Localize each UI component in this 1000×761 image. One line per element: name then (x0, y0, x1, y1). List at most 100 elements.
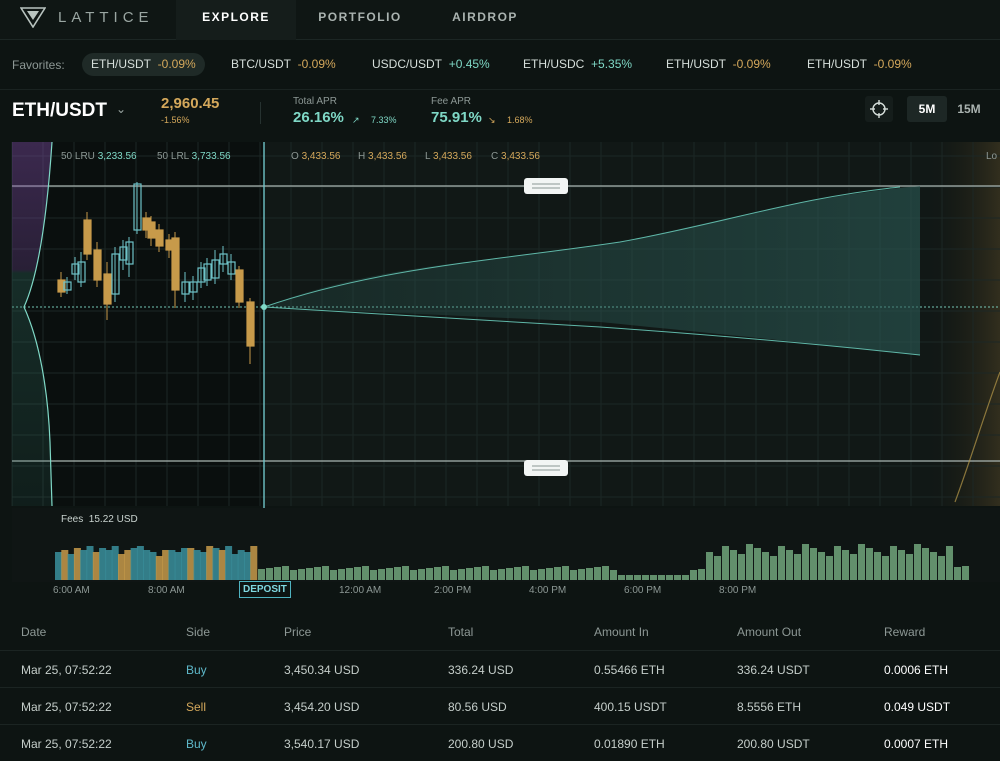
fee-bar (130, 548, 138, 580)
price-change: -1.56% (161, 115, 190, 125)
favorite-item[interactable]: BTC/USDT -0.09% (231, 53, 336, 76)
timeframe-15m[interactable]: 15M (950, 96, 988, 122)
favorite-item[interactable]: ETH/USDT -0.09% (807, 53, 912, 76)
total-apr-change: 7.33% (371, 115, 397, 125)
fee-bar (954, 567, 961, 580)
price-chart[interactable]: 50 LRU 3,233.56 50 LRL 3,733.56 O 3,433.… (0, 142, 1000, 602)
favorite-pair: ETH/USDT (666, 57, 726, 71)
fee-bar (67, 554, 75, 580)
fee-bar (274, 567, 281, 580)
favorite-item[interactable]: USDC/USDT +0.45% (372, 53, 490, 76)
timeframe-5m[interactable]: 5M (907, 96, 947, 122)
indicator-lru: 50 LRU 3,233.56 (61, 151, 137, 162)
fee-bar (314, 567, 321, 580)
fee-bar (482, 566, 489, 580)
favorite-change: -0.09% (157, 57, 196, 71)
fee-bar (143, 550, 151, 580)
fee-bar (474, 567, 481, 580)
fee-bar (244, 552, 251, 580)
crosshair-icon (870, 100, 888, 118)
fee-bar (586, 568, 593, 580)
fee-bar (578, 569, 585, 580)
column-amount-out[interactable]: Amount Out (737, 625, 801, 639)
tab-explore[interactable]: EXPLORE (176, 0, 296, 40)
column-date[interactable]: Date (21, 625, 46, 639)
fee-bar (506, 568, 513, 580)
fee-bar (698, 569, 705, 580)
fee-bar (322, 566, 329, 580)
fee-bar (594, 567, 601, 580)
fee-bar (530, 570, 537, 580)
pair-header: ETH/USDT ⌄ 2,960.45 -1.56% Total APR 26.… (0, 90, 1000, 142)
fee-bar (434, 567, 441, 580)
cell-price: 3,450.34 USD (284, 663, 360, 677)
fee-bar (155, 556, 163, 580)
pair-selector[interactable]: ETH/USDT (12, 100, 107, 122)
fee-bar (674, 575, 681, 580)
fee-bar (546, 568, 553, 580)
tab-portfolio[interactable]: PORTFOLIO (300, 0, 420, 40)
fee-bar (554, 567, 561, 580)
brand-logo[interactable]: LATTICE (20, 6, 154, 28)
fee-bar (874, 552, 881, 580)
column-amount-in[interactable]: Amount In (594, 625, 649, 639)
favorite-item[interactable]: ETH/USDT -0.09% (82, 53, 205, 76)
favorites-bar: Favorites: ETH/USDT -0.09% BTC/USDT -0.0… (0, 40, 1000, 90)
fee-bar (850, 554, 857, 580)
chevron-down-icon[interactable]: ⌄ (116, 102, 126, 116)
indicator-lrl: 50 LRL 3,733.56 (157, 151, 231, 162)
fee-bar (738, 554, 745, 580)
candle-body (155, 229, 164, 247)
favorite-change: -0.09% (732, 57, 771, 71)
table-row[interactable]: Mar 25, 07:52:22 Sell 3,454.20 USD 80.56… (0, 687, 1000, 724)
fee-bar (890, 546, 897, 580)
fee-bar (118, 554, 125, 580)
favorite-pair: BTC/USDT (231, 57, 291, 71)
column-price[interactable]: Price (284, 625, 311, 639)
cell-amount-out: 8.5556 ETH (737, 700, 802, 714)
cell-reward: 0.0007 ETH (884, 737, 949, 751)
cell-amount-out: 200.80 USDT (737, 737, 810, 751)
candle-body (171, 237, 180, 291)
favorite-change: -0.09% (297, 57, 336, 71)
brand-name: LATTICE (58, 8, 154, 26)
fee-apr-change: 1.68% (507, 115, 533, 125)
ohlc-close: C 3,433.56 (491, 151, 540, 162)
trend-up-icon: ↗ (352, 115, 360, 125)
deposit-marker[interactable]: DEPOSIT (239, 581, 291, 598)
chart-canvas[interactable] (0, 142, 1000, 602)
cell-amount-in: 0.55466 ETH (594, 663, 665, 677)
fee-bar (914, 544, 921, 580)
fee-bar (938, 556, 945, 580)
cell-reward: 0.0006 ETH (884, 663, 949, 677)
favorites-label: Favorites: (12, 58, 65, 72)
fee-bar (306, 568, 313, 580)
fee-bar (658, 575, 665, 580)
fee-bar (80, 550, 88, 580)
total-apr-value: 26.16% (293, 109, 344, 126)
fee-bar (266, 568, 273, 580)
fee-bar (124, 550, 132, 580)
upper-range-handle[interactable] (524, 178, 568, 194)
table-row[interactable]: Mar 25, 07:52:22 Buy 3,450.34 USD 336.24… (0, 650, 1000, 687)
recenter-button[interactable] (865, 96, 893, 122)
entry-marker (261, 304, 267, 310)
divider (260, 102, 261, 124)
tab-airdrop[interactable]: AIRDROP (426, 0, 544, 40)
fee-bar (498, 569, 505, 580)
fee-bar (105, 550, 113, 580)
column-reward[interactable]: Reward (884, 625, 925, 639)
favorite-item[interactable]: ETH/USDT -0.09% (666, 53, 771, 76)
favorite-item[interactable]: ETH/USDC +5.35% (523, 53, 632, 76)
fee-bar (231, 554, 239, 580)
fee-bar (298, 569, 305, 580)
fee-bar (882, 556, 889, 580)
lower-range-handle[interactable] (524, 460, 568, 476)
column-side[interactable]: Side (186, 625, 210, 639)
fee-bar (92, 552, 100, 580)
cell-amount-in: 400.15 USDT (594, 700, 667, 714)
column-total[interactable]: Total (448, 625, 473, 639)
table-row[interactable]: Mar 25, 07:52:22 Buy 3,540.17 USD 200.80… (0, 724, 1000, 761)
fee-bar (458, 569, 465, 580)
cell-date: Mar 25, 07:52:22 (21, 737, 112, 751)
